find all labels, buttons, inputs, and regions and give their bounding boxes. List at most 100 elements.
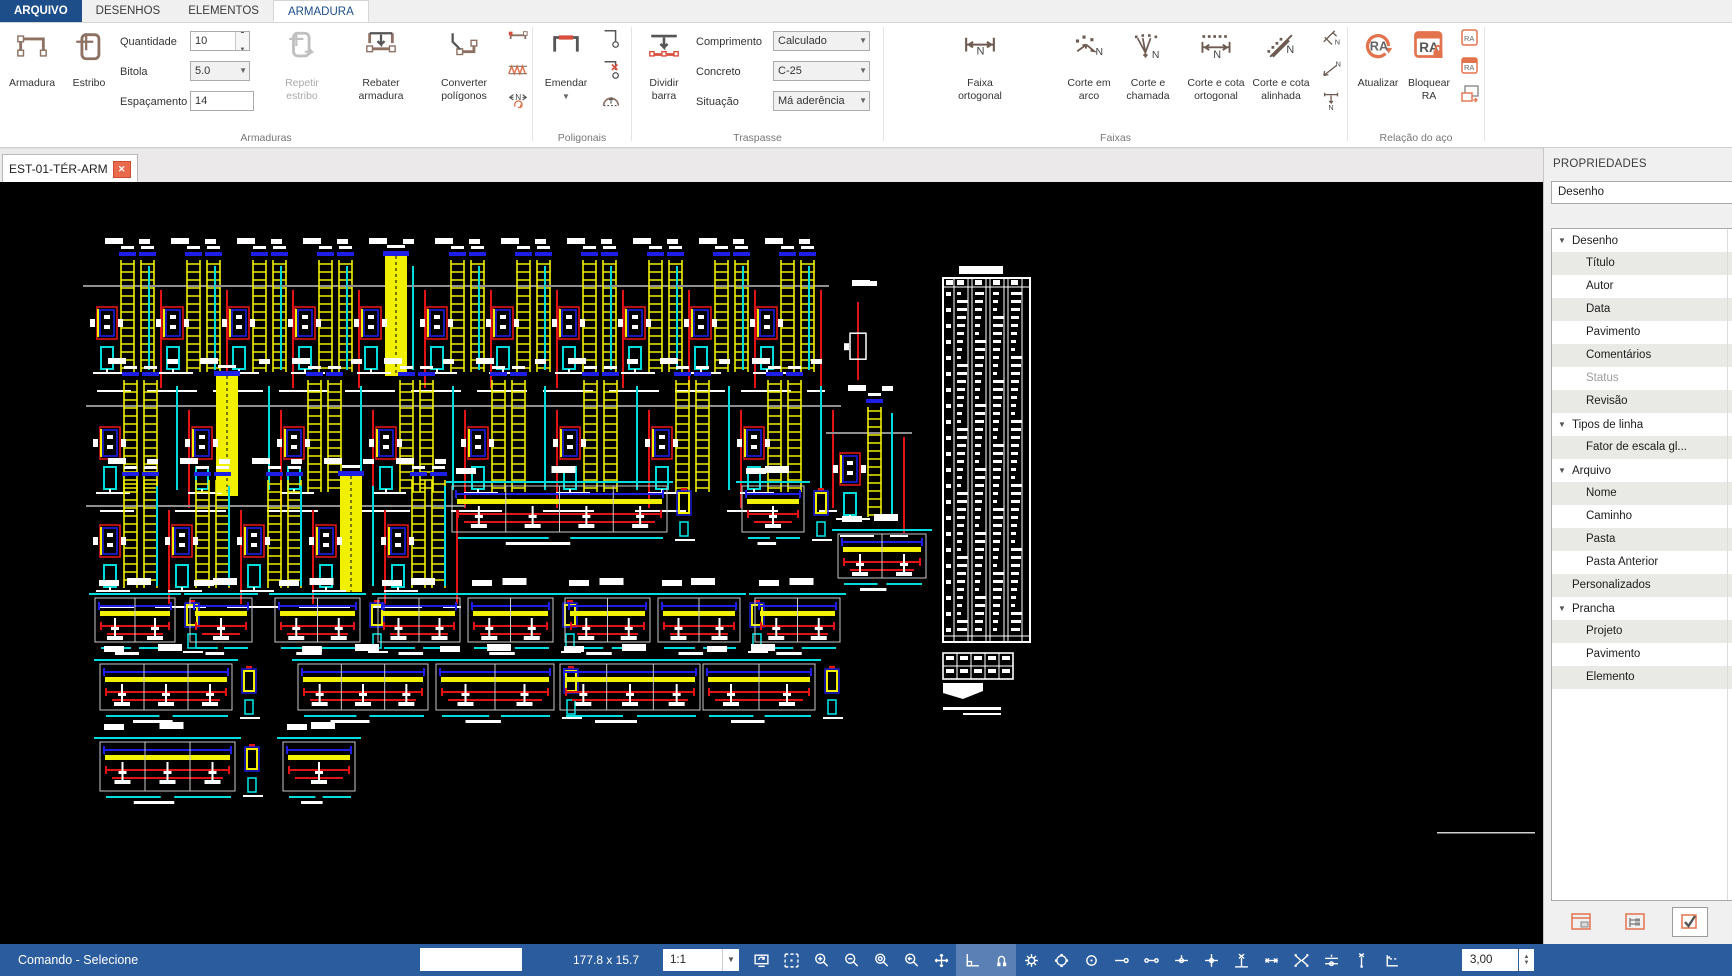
zoom-window-icon[interactable]	[776, 944, 806, 976]
atualizar-button[interactable]: RA Atualizar	[1352, 27, 1404, 90]
property-row[interactable]: Revisão	[1552, 390, 1732, 413]
property-row[interactable]: Pasta	[1552, 528, 1732, 551]
quantidade-input[interactable]: 10 ▲ ▼	[190, 31, 250, 51]
property-row[interactable]: Pasta Anterior	[1552, 551, 1732, 574]
svg-text:N: N	[1213, 49, 1221, 61]
property-row[interactable]: Projeto	[1552, 620, 1732, 643]
renumber-icon[interactable]: N	[506, 89, 530, 113]
property-row[interactable]: Caminho	[1552, 505, 1732, 528]
corte-e-chamada-button[interactable]: N Corte e chamada	[1117, 27, 1179, 102]
vertical-icon[interactable]	[1346, 944, 1376, 976]
property-row[interactable]: Data	[1552, 298, 1732, 321]
armadura-button[interactable]: Armadura	[2, 27, 62, 90]
osnap-icon[interactable]	[1046, 944, 1076, 976]
value-column-divider[interactable]	[1727, 229, 1728, 900]
expand-arrow-icon[interactable]: ▼	[1558, 597, 1572, 620]
settings-icon[interactable]	[1016, 944, 1046, 976]
command-input[interactable]	[420, 948, 522, 971]
quantidade-spinner[interactable]: ▲ ▼	[235, 32, 249, 50]
perpendicular-icon[interactable]	[1226, 944, 1256, 976]
window-icon[interactable]	[1564, 908, 1598, 936]
property-row[interactable]: Pavimento	[1552, 321, 1732, 344]
corte-cota-alinhada-button[interactable]: N Corte e cota alinhada	[1244, 27, 1318, 102]
property-row[interactable]: Autor	[1552, 275, 1732, 298]
property-row[interactable]: ▼ Desenho	[1552, 229, 1732, 252]
intersection-icon[interactable]	[1196, 944, 1226, 976]
delete-node-icon[interactable]	[599, 58, 623, 82]
zoom-out-icon[interactable]	[836, 944, 866, 976]
check-icon[interactable]	[1672, 907, 1708, 937]
tab-desenhos[interactable]: DESENHOS	[82, 0, 175, 22]
property-row[interactable]: Personalizados	[1552, 574, 1732, 597]
dim-diagonal-up-icon[interactable]: N	[1320, 58, 1344, 82]
concreto-label: Concreto	[696, 66, 741, 78]
expand-arrow-icon[interactable]: ▼	[1558, 229, 1572, 252]
pan-icon[interactable]	[926, 944, 956, 976]
node-icon[interactable]	[1166, 944, 1196, 976]
angle-spinner[interactable]: ▲ ▼	[1519, 949, 1534, 971]
property-row[interactable]: ▼ Tipos de linha	[1552, 413, 1732, 436]
arc-stirrup-icon[interactable]	[599, 89, 623, 113]
property-row[interactable]: Título	[1552, 252, 1732, 275]
polyline-node-icon[interactable]	[599, 27, 623, 51]
center-icon[interactable]	[1076, 944, 1106, 976]
offset-icon[interactable]	[1316, 944, 1346, 976]
segment-icon[interactable]	[1136, 944, 1166, 976]
comprimento-dropdown[interactable]: Calculado ▼	[773, 31, 870, 51]
regen-icon[interactable]	[746, 944, 776, 976]
endpoint-icon[interactable]	[1106, 944, 1136, 976]
bitola-dropdown[interactable]: 5.0 ▼	[190, 61, 250, 81]
zoom-previous-icon[interactable]	[896, 944, 926, 976]
scale-dropdown[interactable]: 1:1 ▼	[663, 949, 739, 971]
property-label: Pasta	[1586, 533, 1616, 545]
ra-small-icon[interactable]: RA	[1458, 26, 1482, 50]
document-tab[interactable]: EST-01-TÉR-ARM ✕	[2, 154, 138, 183]
dividir-barra-button[interactable]: Dividir barra	[636, 27, 692, 102]
stirrup-zigzag-icon[interactable]	[506, 58, 530, 82]
break-icon[interactable]	[1286, 944, 1316, 976]
svg-text:N: N	[1096, 47, 1104, 58]
situacao-dropdown[interactable]: Má aderência ▼	[773, 91, 870, 111]
emendar-button[interactable]: Emendar ▼	[537, 27, 595, 102]
chevron-down-icon: ▼	[722, 949, 739, 971]
tab-elementos[interactable]: ELEMENTOS	[174, 0, 273, 22]
dim-diagonal-down-icon[interactable]: N	[1320, 27, 1344, 51]
corte-em-arco-button[interactable]: N Corte em arco	[1060, 27, 1118, 102]
property-row[interactable]: ▼ Prancha	[1552, 597, 1732, 620]
tab-armadura[interactable]: ARMADURA	[272, 0, 369, 22]
angle-input[interactable]: 3,00	[1462, 949, 1518, 971]
properties-panel: PROPRIEDADES Desenho ▼ Desenho Título Autor…	[1543, 148, 1732, 944]
ortho-icon[interactable]	[956, 944, 986, 976]
close-icon[interactable]: ✕	[112, 160, 131, 178]
property-row[interactable]: Fator de escala gl...	[1552, 436, 1732, 459]
export-window-icon[interactable]	[1458, 82, 1482, 106]
tab-arquivo[interactable]: ARQUIVO	[0, 0, 82, 22]
property-row[interactable]: Nome	[1552, 482, 1732, 505]
zoom-in-icon[interactable]	[806, 944, 836, 976]
property-row[interactable]: ▼ Arquivo	[1552, 459, 1732, 482]
estribo-button[interactable]: Estribo	[62, 27, 116, 90]
drawing-canvas[interactable]	[0, 182, 1543, 944]
ra-dark-icon[interactable]: RA	[1458, 54, 1482, 78]
corte-cota-ortogonal-button[interactable]: N Corte e cota ortogonal	[1179, 27, 1253, 102]
converter-poligonos-button[interactable]: Converter polígonos	[424, 27, 504, 102]
bloquear-ra-button[interactable]: RA Bloquear RA	[1400, 27, 1458, 102]
property-row[interactable]: Comentários	[1552, 344, 1732, 367]
expand-arrow-icon[interactable]: ▼	[1558, 413, 1572, 436]
espacamento-input[interactable]: 14	[190, 91, 254, 111]
rebar-segment-icon[interactable]	[506, 27, 530, 51]
properties-selector[interactable]: Desenho	[1551, 181, 1732, 204]
concreto-dropdown[interactable]: C-25 ▼	[773, 61, 870, 81]
dim-vertical-icon[interactable]: N	[1320, 89, 1344, 113]
expand-arrow-icon[interactable]: ▼	[1558, 459, 1572, 482]
property-row[interactable]: Pavimento	[1552, 643, 1732, 666]
nearest-icon[interactable]	[1256, 944, 1286, 976]
rebater-armadura-button[interactable]: Rebater armadura	[340, 27, 422, 102]
property-row[interactable]: Status	[1552, 367, 1732, 390]
zoom-object-icon[interactable]	[866, 944, 896, 976]
hierarchy-icon[interactable]	[1618, 908, 1652, 936]
angle-icon[interactable]	[1376, 944, 1406, 976]
property-row[interactable]: Elemento	[1552, 666, 1732, 689]
snap-icon[interactable]	[986, 944, 1016, 976]
faixa-ortogonal-button[interactable]: N Faixa ortogonal	[946, 27, 1014, 102]
